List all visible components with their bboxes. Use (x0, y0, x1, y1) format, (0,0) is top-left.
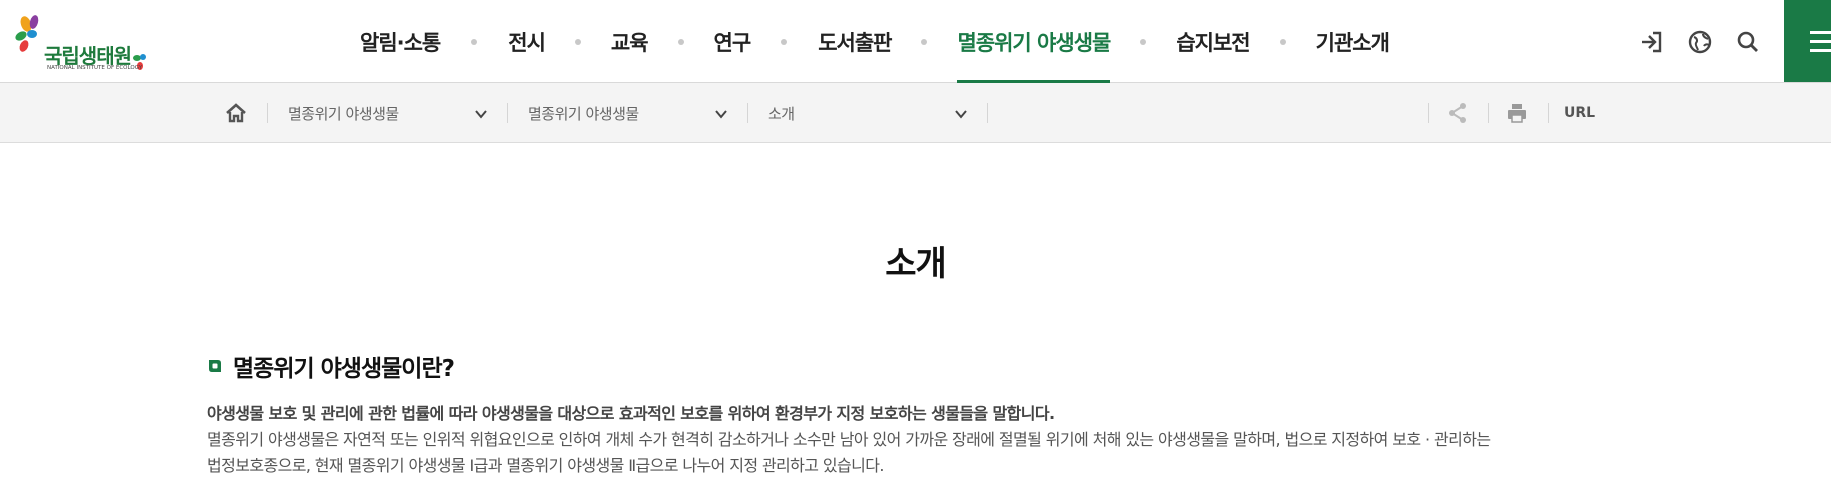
nav-separator (891, 0, 957, 83)
section-title: 멸종위기 야생생물이란? (207, 349, 455, 383)
nav-item-education[interactable]: 교육 (610, 0, 649, 83)
location-divider (1488, 103, 1489, 123)
globe-icon[interactable] (1686, 28, 1714, 56)
location-divider (1548, 103, 1549, 123)
nav-item-endangered-species[interactable]: 멸종위기 야생생물 (957, 0, 1111, 84)
nav-separator (440, 0, 508, 83)
chevron-down-icon (715, 110, 727, 119)
menu-icon-bar (1810, 40, 1831, 43)
nav-item-research[interactable]: 연구 (713, 0, 752, 83)
url-copy-button[interactable]: URL (1564, 83, 1595, 143)
nav-item-about[interactable]: 기관소개 (1315, 0, 1390, 83)
page-title: 소개 (885, 244, 947, 284)
menu-icon-bar (1810, 31, 1831, 34)
nav-separator (1250, 0, 1316, 83)
print-icon[interactable] (1505, 101, 1529, 125)
search-icon[interactable] (1734, 28, 1762, 56)
location-bar: 멸종위기 야생생물 멸종위기 야생생물 소개 URL (0, 83, 1831, 143)
intro-body-line-2: 법정보호종으로, 현재 멸종위기 야생생물 Ⅰ급과 멸종위기 야생생물 Ⅱ급으로… (207, 456, 884, 475)
url-label: URL (1564, 105, 1596, 121)
site-header: 국립생태원 NATIONAL INSTITUTE OF ECOLOGY 알림·소… (0, 0, 1831, 84)
location-divider (267, 103, 268, 123)
nav-separator (750, 0, 818, 83)
nav-separator (648, 0, 714, 83)
nav-label: 전시 (508, 30, 546, 55)
chevron-down-icon (955, 110, 967, 119)
nav-label: 교육 (610, 30, 649, 55)
location-depth1-label: 멸종위기 야생생물 (288, 104, 399, 123)
location-select-depth1[interactable]: 멸종위기 야생생물 (288, 83, 508, 143)
nav-label: 연구 (713, 30, 752, 55)
share-icon[interactable] (1446, 101, 1470, 125)
nav-label: 멸종위기 야생생물 (957, 30, 1111, 55)
nav-item-news[interactable]: 알림·소통 (360, 0, 441, 83)
intro-body-line-1: 멸종위기 야생생물은 자연적 또는 인위적 위협요인으로 인하여 개체 수가 현… (207, 430, 1491, 449)
location-divider (747, 103, 748, 123)
nav-label: 알림·소통 (360, 30, 441, 55)
logo-subname: NATIONAL INSTITUTE OF ECOLOGY (47, 65, 143, 71)
nav-item-exhibition[interactable]: 전시 (508, 0, 546, 83)
location-select-depth2[interactable]: 멸종위기 야생생물 (528, 83, 748, 143)
nav-label: 기관소개 (1315, 30, 1390, 55)
login-icon[interactable] (1638, 28, 1666, 56)
intro-lead-text: 야생생물 보호 및 관리에 관한 법률에 따라 야생생물을 대상으로 효과적인 … (207, 404, 1055, 423)
section-bullet-icon (209, 360, 221, 372)
location-depth3-label: 소개 (768, 104, 795, 123)
menu-button[interactable] (1784, 0, 1831, 82)
menu-icon-bar (1810, 49, 1831, 52)
location-depth2-label: 멸종위기 야생생물 (528, 104, 639, 123)
nav-label: 습지보전 (1176, 30, 1250, 55)
location-divider (987, 103, 988, 123)
nav-separator (1110, 0, 1176, 83)
nav-separator (545, 0, 611, 83)
location-divider (507, 103, 508, 123)
section-title-text: 멸종위기 야생생물이란? (233, 356, 455, 382)
main-navigation: 알림·소통 전시 교육 연구 도서출판 멸종위기 야생생물 습지보전 기관소개 (360, 0, 1390, 84)
nav-item-wetland[interactable]: 습지보전 (1176, 0, 1250, 83)
nav-item-publications[interactable]: 도서출판 (818, 0, 892, 83)
nav-label: 도서출판 (818, 30, 892, 55)
home-icon[interactable] (224, 101, 248, 125)
chevron-down-icon (475, 110, 487, 119)
site-logo[interactable]: 국립생태원 NATIONAL INSTITUTE OF ECOLOGY (14, 14, 154, 74)
location-select-depth3[interactable]: 소개 (768, 83, 988, 143)
location-divider (1428, 103, 1429, 123)
